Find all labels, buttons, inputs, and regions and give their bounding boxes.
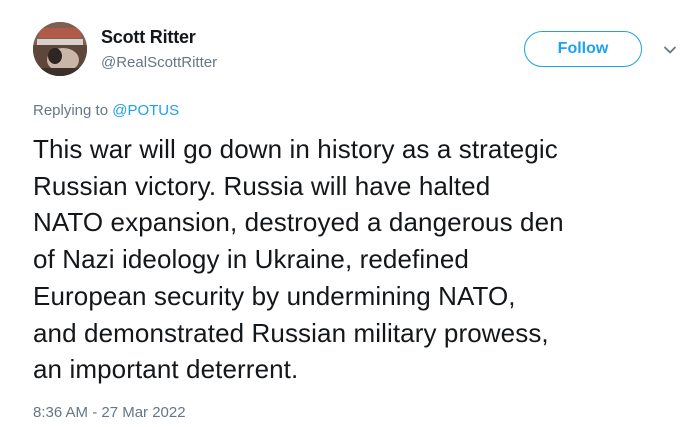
avatar-image — [33, 22, 87, 76]
follow-button[interactable]: Follow — [524, 31, 642, 67]
replying-to: Replying to @POTUS — [33, 102, 179, 119]
tweet-text: This war will go down in history as a st… — [33, 131, 688, 388]
tweet-text-line: an important deterrent. — [33, 354, 299, 385]
tweet-text-line: This war will go down in history as a st… — [33, 134, 558, 164]
reply-mention-link[interactable]: @POTUS — [112, 102, 179, 119]
avatar[interactable] — [33, 22, 87, 76]
tweet-card: Scott Ritter @RealScottRitter Follow Rep… — [0, 0, 700, 427]
tweet-text-line: of Nazi ideology in Ukraine, redefined — [33, 244, 469, 275]
author-name[interactable]: Scott Ritter — [101, 27, 196, 48]
chevron-down-icon[interactable] — [660, 40, 680, 60]
replying-to-label: Replying to — [33, 102, 113, 119]
tweet-text-line: Russian victory. Russia will have halted — [33, 170, 491, 201]
author-handle[interactable]: @RealScottRitter — [101, 54, 217, 71]
tweet-timestamp[interactable]: 8:36 AM - 27 Mar 2022 — [33, 404, 186, 421]
tweet-text-line: European security by undermining NATO, — [33, 280, 516, 311]
tweet-text-line: NATO expansion, destroyed a dangerous de… — [33, 207, 564, 238]
tweet-text-line: and demonstrated Russian military prowes… — [33, 317, 549, 348]
